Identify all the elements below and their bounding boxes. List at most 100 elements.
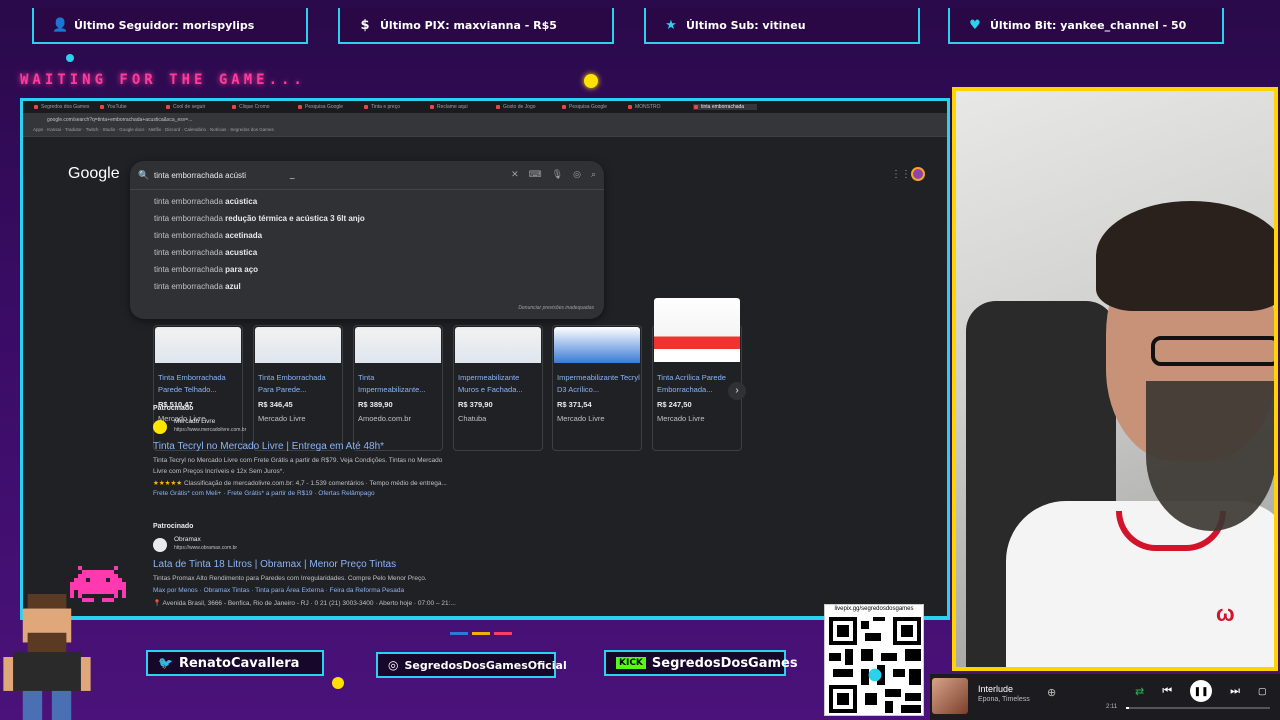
microphone-icon[interactable]: 🎙	[552, 169, 563, 180]
lens-icon[interactable]: ◎	[573, 169, 581, 180]
search-box[interactable]: 🔍 tinta emborrachada acústi _ ✕ ⌨ 🎙 ◎ ⌕ …	[130, 161, 604, 319]
search-tools: ✕ ⌨ 🎙 ◎ ⌕	[511, 169, 596, 180]
track-time: 2:11	[1106, 704, 1118, 710]
suggestion-completion: acetinada	[225, 231, 263, 240]
mercadolivre-favicon	[153, 420, 167, 434]
product-image	[355, 327, 441, 363]
suggestion-item[interactable]: tinta emborrachada azul	[154, 282, 241, 291]
browser-tab[interactable]: Reclame aqui	[429, 104, 493, 110]
ad-address: 📍 Avenida Brasil, 3666 - Benfica, Rio de…	[153, 600, 456, 607]
browser-tab[interactable]: Clique Cromo	[231, 104, 295, 110]
user-icon: 👤	[52, 17, 69, 33]
suggestion-completion: para aço	[225, 265, 259, 274]
sponsored-label: Patrocinado	[153, 405, 194, 412]
ad-description: Tinta Tecryl no Mercado Livre com Frete …	[153, 457, 443, 464]
playback-controls: ⇄ ⏮ ❚❚ ⏭ ▢	[1135, 680, 1267, 702]
browser-tab-active[interactable]: tinta emborrachada	[693, 104, 757, 110]
ad-description: Livre com Preços Incríveis e 12x Sem Jur…	[153, 468, 285, 475]
suggestion-text: tinta emborrachada	[154, 231, 226, 240]
google-results-page: Google ⋮⋮⋮ Tinta Emborrachada Parede Tel…	[23, 137, 947, 616]
livepix-qr-code[interactable]: livepix.gg/segredosdosgames	[824, 604, 924, 716]
browser-tab[interactable]: Tinta e preço	[363, 104, 427, 110]
bookmarks-bar[interactable]: Apps · Kansai · Tradutor · Twitch · Stud…	[23, 127, 947, 137]
clear-icon[interactable]: ✕	[511, 169, 519, 180]
browser-tab[interactable]: Pesquisa Google	[297, 104, 361, 110]
star-icon: ★	[665, 17, 677, 33]
search-input[interactable]: tinta emborrachada acústi	[154, 171, 246, 180]
pause-button[interactable]: ❚❚	[1190, 680, 1213, 702]
browser-tab[interactable]: Segredos dos Games	[33, 104, 97, 110]
product-image	[155, 327, 241, 363]
ad-sitelinks[interactable]: Frete Grátis* com Meli+ · Frete Grátis* …	[153, 490, 375, 497]
kick-handle[interactable]: KICK SegredosDosGames	[604, 650, 798, 676]
suggestion-text: tinta emborrachada	[154, 248, 226, 257]
album-cover	[932, 678, 968, 714]
last-bit-alert: ♥ Último Bit: yankee_channel - 50	[948, 8, 1224, 44]
qr-url: livepix.gg/segredosdosgames	[834, 606, 914, 612]
music-player: Interlude Epona, Timeless ⊕ ⇄ ⏮ ❚❚ ⏭ ▢ 2…	[930, 674, 1280, 720]
ad-description: Tintas Promax Alto Rendimento para Pared…	[153, 575, 427, 582]
add-track-icon[interactable]: ⊕	[1047, 686, 1056, 699]
url-text[interactable]: google.com/search?q=tinta+emborrachada+a…	[47, 117, 867, 123]
product-image	[255, 327, 341, 363]
product-name[interactable]: Impermeabilizante Tecryl D3 Acrílico...	[557, 372, 641, 396]
rating-text: Classificação de mercadolivre.com.br: 4,…	[183, 480, 447, 487]
suggestion-text: tinta emborrachada	[154, 282, 226, 291]
carousel-next-button[interactable]: ›	[728, 382, 746, 400]
pixel-avatar-sprite	[3, 594, 91, 720]
previous-icon[interactable]: ⏮	[1162, 685, 1172, 698]
browser-tab[interactable]: Gosto de Jogo	[495, 104, 559, 110]
product-name[interactable]: Impermeabilizante Muros e Fachada...	[458, 372, 542, 396]
ad-url: https://www.mercadolivre.com.br	[174, 427, 247, 433]
browser-tab[interactable]: Cool de seguir	[165, 104, 229, 110]
obramax-favicon	[153, 538, 167, 552]
search-submit-icon[interactable]: ⌕	[591, 169, 596, 180]
suggestion-text: tinta emborrachada	[154, 214, 226, 223]
google-logo[interactable]: Google	[68, 165, 120, 183]
next-icon[interactable]: ⏭	[1230, 685, 1240, 698]
text-cursor: _	[290, 170, 295, 179]
webcam-beard	[1146, 381, 1274, 531]
suggestion-item[interactable]: tinta emborrachada acetinada	[154, 231, 262, 240]
sponsored-label: Patrocinado	[153, 523, 194, 530]
twitter-handle[interactable]: 🐦 RenatoCavallera	[146, 650, 324, 676]
webcam-glasses	[1151, 336, 1274, 366]
last-follower-alert: 👤 Último Seguidor: morispylips	[32, 8, 308, 44]
suggestion-item[interactable]: tinta emborrachada acústica	[154, 197, 257, 206]
instagram-handle-text: SegredosDosGamesOficial	[404, 658, 567, 672]
product-name[interactable]: Tinta Impermeabilizante...	[358, 372, 442, 396]
ad-url: https://www.obramax.com.br	[174, 545, 238, 551]
keyboard-icon[interactable]: ⌨	[529, 169, 542, 180]
webcam-hair	[1096, 201, 1274, 311]
product-image	[554, 327, 640, 363]
ad-title-link[interactable]: Lata de Tinta 18 Litros | Obramax | Meno…	[153, 559, 396, 570]
suggestion-item[interactable]: tinta emborrachada acustica	[154, 248, 257, 257]
browser-tab[interactable]: YouTube	[99, 104, 163, 110]
last-follower-text: Último Seguidor: morispylips	[74, 18, 255, 32]
instagram-handle[interactable]: ◎ SegredosDosGamesOficial	[376, 652, 567, 678]
pacman-sprite	[332, 677, 344, 689]
progress-bar[interactable]	[1126, 707, 1270, 709]
report-predictions-link[interactable]: Denunciar previsões inadequadas	[518, 305, 594, 311]
account-avatar[interactable]	[911, 167, 925, 181]
suggestion-item[interactable]: tinta emborrachada para aço	[154, 265, 258, 274]
product-image	[455, 327, 541, 363]
suggestion-item[interactable]: tinta emborrachada redução térmica e acú…	[154, 214, 365, 223]
ad-site-name: Mercado Livre	[174, 418, 216, 425]
shirt-logo: ω	[1216, 601, 1235, 626]
search-divider	[130, 189, 604, 190]
address-bar[interactable]: google.com/search?q=tinta+emborrachada+a…	[23, 113, 947, 127]
browser-tab[interactable]: Pesquisa Google	[561, 104, 625, 110]
ad-title-link[interactable]: Tinta Tecryl no Mercado Livre | Entrega …	[153, 441, 384, 452]
ad-sitelinks[interactable]: Max por Menos · Obramax Tintas · Tinta p…	[153, 587, 404, 594]
browser-tab[interactable]: MONSTRO	[627, 104, 691, 110]
track-title: Interlude	[978, 684, 1014, 694]
qr-code-icon	[829, 617, 921, 713]
decorative-dot	[66, 54, 74, 62]
shuffle-icon[interactable]: ⇄	[1135, 685, 1144, 698]
repeat-icon[interactable]: ▢	[1258, 686, 1267, 697]
twitter-icon: 🐦	[158, 656, 173, 670]
pacman-sprite	[584, 74, 598, 88]
product-name[interactable]: Tinta Emborrachada Parede Telhado...	[158, 372, 242, 396]
product-name[interactable]: Tinta Emborrachada Para Parede...	[258, 372, 342, 396]
